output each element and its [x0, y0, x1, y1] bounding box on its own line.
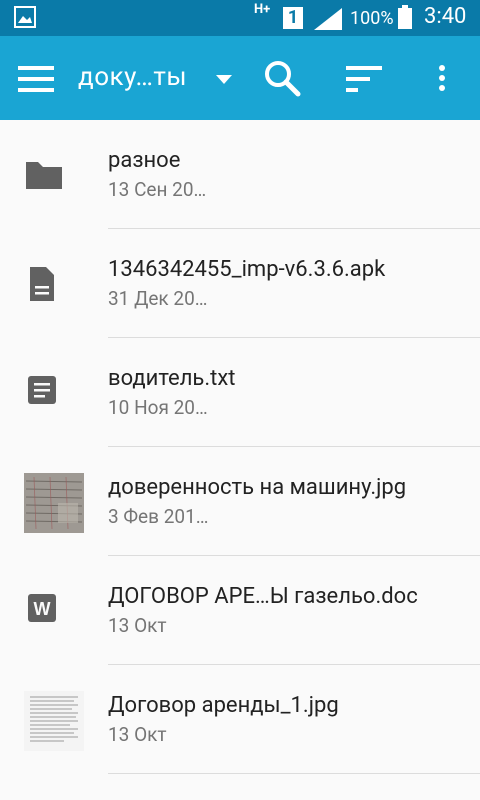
- file-date: 13 Окт: [108, 614, 167, 637]
- file-name: Договор аренды_1.jpg: [108, 693, 339, 718]
- file-name: 1346342455_imp-v6.3.6.apk: [108, 257, 386, 282]
- svg-text:W: W: [34, 599, 51, 619]
- image-thumbnail: [24, 691, 84, 751]
- list-item[interactable]: 1346342455_imp-v6.3.6.apk 31 Дек 20…: [0, 229, 480, 338]
- text-file-icon: [24, 368, 84, 428]
- list-item[interactable]: водитель.txt 10 Ноя 20…: [0, 338, 480, 447]
- file-icon: [24, 259, 84, 319]
- list-item[interactable]: разное 13 Сен 20…: [0, 120, 480, 229]
- file-name: доверенность на машину.jpg: [108, 475, 407, 500]
- list-item[interactable]: W ДОГОВОР АРЕ…Ы газельо.doc 13 Окт: [0, 556, 480, 665]
- file-date: 13 Окт: [108, 723, 167, 746]
- file-name: разное: [108, 148, 181, 173]
- battery-percentage: 100%: [350, 8, 394, 29]
- folder-title[interactable]: доку…ты: [78, 62, 187, 92]
- overflow-menu-icon[interactable]: [438, 64, 446, 96]
- status-clock: 3:40: [424, 4, 467, 29]
- sim-badge: 1: [283, 7, 303, 29]
- menu-icon[interactable]: [18, 66, 54, 96]
- signal-strength-icon: [314, 8, 342, 34]
- chevron-down-icon[interactable]: [216, 70, 232, 89]
- file-date: 10 Ноя 20…: [108, 396, 208, 419]
- list-item[interactable]: Договор аренды_1.jpg 13 Окт: [0, 665, 480, 774]
- image-thumbnail: [24, 473, 84, 533]
- search-icon[interactable]: [264, 60, 302, 102]
- divider: [108, 773, 480, 774]
- word-doc-icon: W: [24, 586, 84, 646]
- status-bar: H+ 1 100% 3:40: [0, 0, 480, 36]
- file-list: разное 13 Сен 20… 1346342455_imp-v6.3.6.…: [0, 120, 480, 774]
- folder-icon: [24, 150, 84, 210]
- file-name: ДОГОВОР АРЕ…Ы газельо.doc: [108, 584, 418, 609]
- app-bar: доку…ты: [0, 36, 480, 120]
- file-date: 3 Фев 201…: [108, 505, 209, 528]
- file-date: 31 Дек 20…: [108, 287, 208, 310]
- network-type-label: H+: [254, 2, 271, 17]
- file-name: водитель.txt: [108, 366, 236, 391]
- gallery-notification-icon: [14, 6, 36, 32]
- list-item[interactable]: доверенность на машину.jpg 3 Фев 201…: [0, 447, 480, 556]
- sort-icon[interactable]: [346, 66, 382, 96]
- battery-icon: [398, 5, 412, 33]
- file-date: 13 Сен 20…: [108, 178, 207, 201]
